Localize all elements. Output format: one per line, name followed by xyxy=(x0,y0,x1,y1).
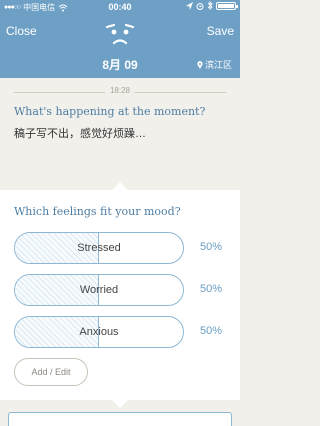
feeling-row-worried: Worried 50% xyxy=(14,274,226,306)
close-button[interactable]: Close xyxy=(6,24,37,38)
status-bar: ●●●○○ 中国电信 00:40 xyxy=(0,0,240,14)
feeling-slider-worried[interactable]: Worried xyxy=(14,274,184,306)
battery-icon xyxy=(216,1,238,10)
alarm-icon xyxy=(196,2,204,10)
feeling-slider-stressed[interactable]: Stressed xyxy=(14,232,184,264)
feeling-row-anxious: Anxious 50% xyxy=(14,316,226,348)
feeling-percent: 50% xyxy=(199,241,222,253)
save-button[interactable]: Save xyxy=(207,24,234,38)
happening-question: What's happening at the moment? xyxy=(14,105,206,118)
feeling-label: Worried xyxy=(79,284,119,296)
bluetooth-icon xyxy=(207,1,213,10)
card-bottom-notch xyxy=(112,400,128,408)
feeling-label: Anxious xyxy=(79,326,119,338)
location-label: 滨江区 xyxy=(204,60,232,70)
feeling-percent: 50% xyxy=(199,325,222,337)
feeling-label: Stressed xyxy=(77,242,121,254)
next-section-card xyxy=(8,412,232,426)
feelings-question: Which feelings fit your mood? xyxy=(14,205,181,218)
location-tag[interactable]: 滨江区 xyxy=(197,58,232,71)
entry-timestamp: 18:28 xyxy=(14,86,226,98)
feelings-card: Which feelings fit your mood? Stressed 5… xyxy=(0,182,240,400)
entry-text[interactable]: 稿子写不出，感觉好烦躁… xyxy=(14,125,146,141)
feeling-row-stressed: Stressed 50% xyxy=(14,232,226,264)
location-arrow-icon xyxy=(186,1,193,10)
location-pin-icon xyxy=(197,60,203,69)
card-notch xyxy=(112,182,128,190)
header-bar: ●●●○○ 中国电信 00:40 Close Save 8月 09 滨江区 xyxy=(0,0,240,78)
entry-time: 18:28 xyxy=(104,86,136,95)
mood-face-icon xyxy=(105,23,135,45)
feeling-percent: 50% xyxy=(199,283,222,295)
add-edit-button[interactable]: Add / Edit xyxy=(14,358,88,386)
feeling-slider-anxious[interactable]: Anxious xyxy=(14,316,184,348)
